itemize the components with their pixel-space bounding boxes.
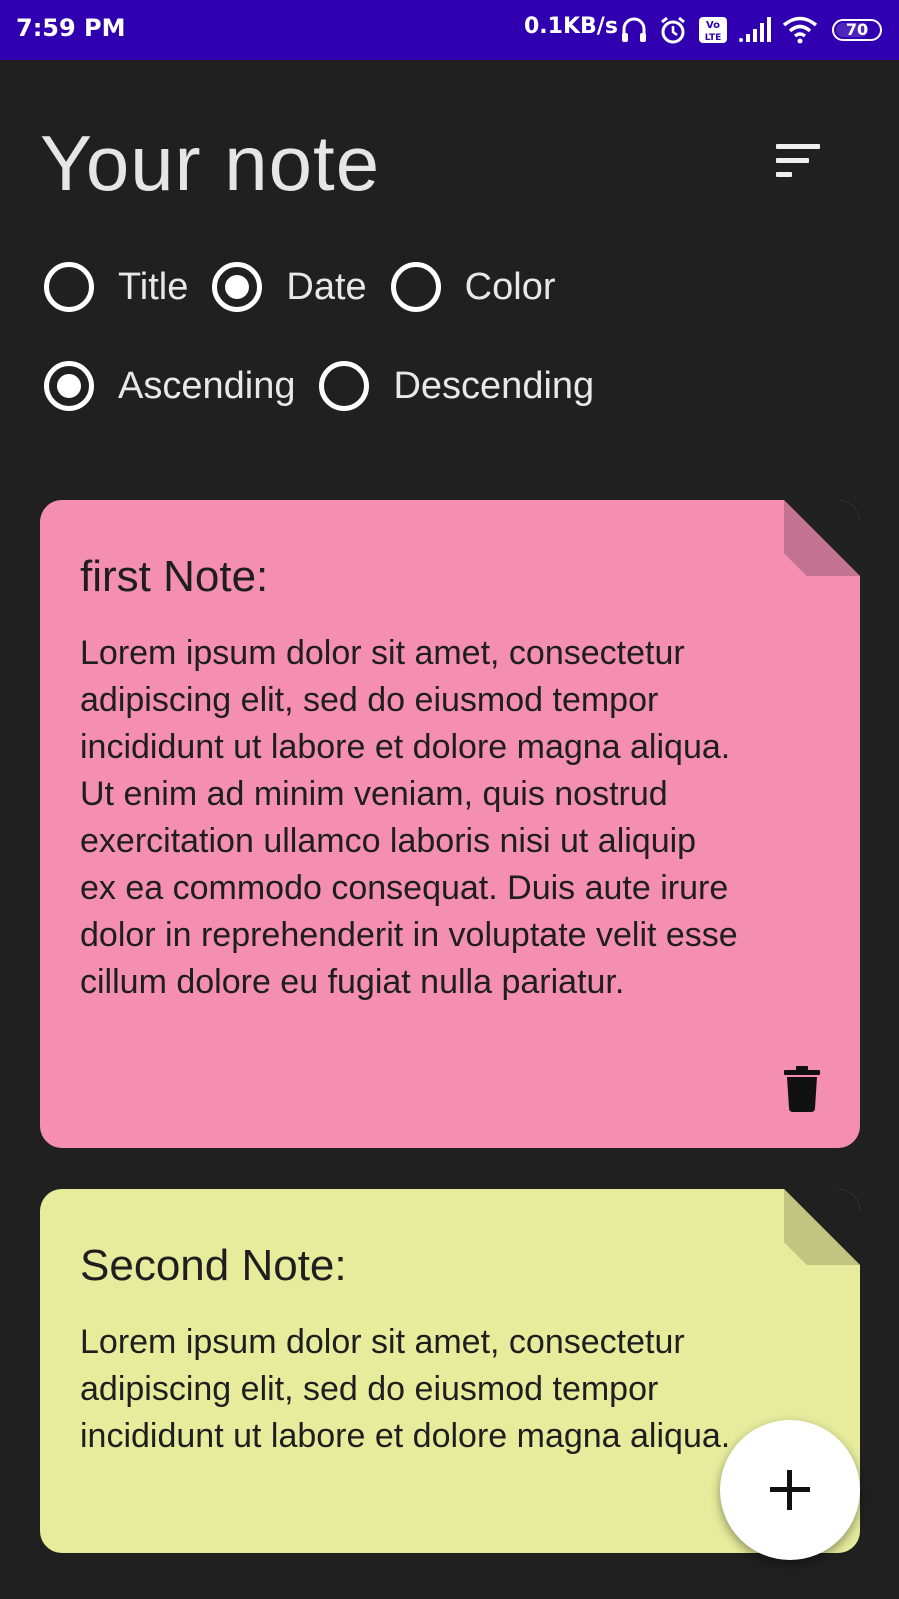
radio-label-color: Color <box>464 265 556 308</box>
radio-label-title: Title <box>118 265 189 308</box>
order-group: Ascending Descending <box>44 361 618 411</box>
delete-icon[interactable] <box>784 1066 820 1112</box>
note-card[interactable]: first Note: Lorem ipsum dolor sit amet, … <box>40 500 860 1148</box>
add-note-button[interactable] <box>720 1420 860 1560</box>
sort-by-group: Title Date Color <box>44 262 579 312</box>
battery-level: 70 <box>845 20 869 39</box>
svg-text:Vo: Vo <box>706 20 720 31</box>
radio-button[interactable] <box>212 262 263 312</box>
svg-text:LTE: LTE <box>705 33 722 43</box>
sort-button[interactable] <box>770 138 826 184</box>
radio-ascending[interactable]: Ascending <box>44 361 295 411</box>
note-content: Lorem ipsum dolor sit amet, consectetur … <box>80 1323 731 1455</box>
radio-label-ascending: Ascending <box>118 364 296 407</box>
plus-icon <box>770 1470 810 1510</box>
battery-icon: 70 <box>832 19 882 41</box>
radio-label-date: Date <box>286 265 367 308</box>
wifi-icon <box>782 16 818 44</box>
radio-descending[interactable]: Descending <box>319 361 594 411</box>
radio-button[interactable] <box>390 262 441 312</box>
radio-color[interactable]: Color <box>390 262 556 312</box>
radio-button[interactable] <box>44 262 94 312</box>
page-title: Your note <box>40 119 381 207</box>
note-content: Lorem ipsum dolor sit amet, consectetur … <box>80 634 738 1001</box>
alarm-icon <box>661 16 685 44</box>
status-time: 7:59 PM <box>16 14 126 42</box>
radio-title[interactable]: Title <box>44 262 188 312</box>
headset-icon <box>622 17 646 42</box>
signal-icon <box>739 17 771 42</box>
status-bar: 7:59 PM 0.1KB/s Vo LTE 70 <box>0 0 899 60</box>
note-title: first Note: <box>80 552 269 601</box>
note-title: Second Note: <box>80 1241 347 1290</box>
radio-button[interactable] <box>319 361 370 411</box>
radio-button[interactable] <box>44 361 94 411</box>
status-icons: Vo LTE <box>620 14 818 46</box>
network-speed: 0.1KB/s <box>524 14 618 39</box>
radio-date[interactable]: Date <box>212 262 367 312</box>
radio-label-descending: Descending <box>393 364 595 407</box>
volte-icon: Vo LTE <box>699 17 727 43</box>
